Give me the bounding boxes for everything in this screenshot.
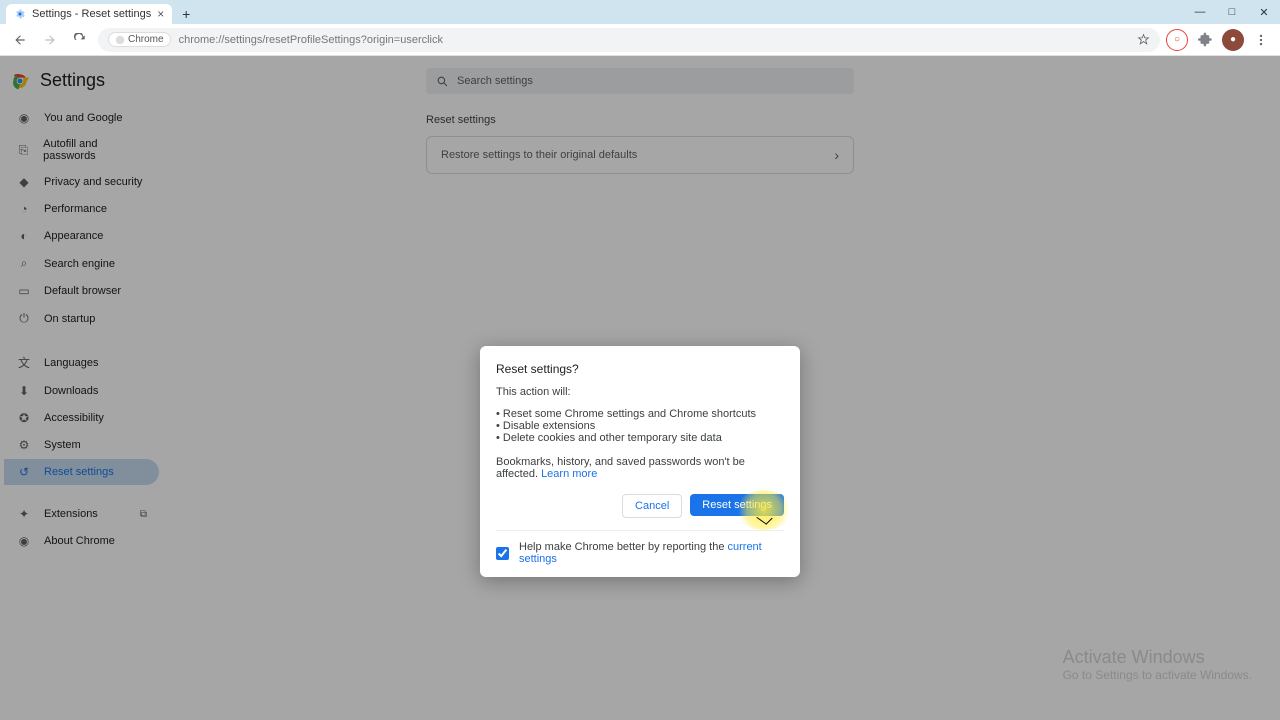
dialog-intro: This action will: [496, 386, 784, 398]
close-window-button[interactable]: ✕ [1248, 0, 1280, 24]
help-row: Help make Chrome better by reporting the… [496, 530, 784, 565]
bullet-item: Reset some Chrome settings and Chrome sh… [496, 408, 784, 420]
reset-settings-dialog: Reset settings? This action will: Reset … [480, 346, 800, 577]
bullet-item: Delete cookies and other temporary site … [496, 432, 784, 444]
new-tab-button[interactable]: + [176, 4, 196, 24]
dialog-actions: Cancel Reset settings [496, 494, 784, 518]
profile-avatar[interactable]: ● [1222, 29, 1244, 51]
extensions-icon[interactable] [1194, 29, 1216, 51]
reset-settings-button[interactable]: Reset settings [690, 494, 784, 516]
toolbar-right-icons: ○ ● [1166, 29, 1272, 51]
window-controls: — □ ✕ [1184, 0, 1280, 24]
chrome-icon [115, 35, 125, 45]
bookmark-star-icon[interactable] [1137, 33, 1150, 46]
settings-favicon-icon [14, 8, 26, 20]
dialog-bullets: Reset some Chrome settings and Chrome sh… [496, 408, 784, 444]
back-button[interactable] [8, 28, 32, 52]
maximize-button[interactable]: □ [1216, 0, 1248, 24]
content-area: Settings Search settings ◉You and Google… [0, 56, 1280, 720]
browser-tab[interactable]: Settings - Reset settings × [6, 4, 172, 24]
url-text: chrome://settings/resetProfileSettings?o… [179, 34, 443, 46]
minimize-button[interactable]: — [1184, 0, 1216, 24]
tab-close-icon[interactable]: × [157, 7, 164, 21]
forward-button[interactable] [38, 28, 62, 52]
cancel-button[interactable]: Cancel [622, 494, 682, 518]
report-checkbox[interactable] [496, 547, 509, 560]
extension-badge-icon[interactable]: ○ [1166, 29, 1188, 51]
tab-title: Settings - Reset settings [32, 8, 151, 20]
site-chip: Chrome [108, 32, 171, 47]
menu-icon[interactable] [1250, 29, 1272, 51]
reload-button[interactable] [68, 28, 92, 52]
dialog-title: Reset settings? [496, 362, 784, 376]
browser-toolbar: Chrome chrome://settings/resetProfileSet… [0, 24, 1280, 56]
titlebar: Settings - Reset settings × + — □ ✕ [0, 0, 1280, 24]
bullet-item: Disable extensions [496, 420, 784, 432]
dialog-note: Bookmarks, history, and saved passwords … [496, 456, 784, 480]
learn-more-link[interactable]: Learn more [541, 468, 597, 480]
address-bar[interactable]: Chrome chrome://settings/resetProfileSet… [98, 28, 1160, 52]
help-text: Help make Chrome better by reporting the… [519, 541, 784, 565]
